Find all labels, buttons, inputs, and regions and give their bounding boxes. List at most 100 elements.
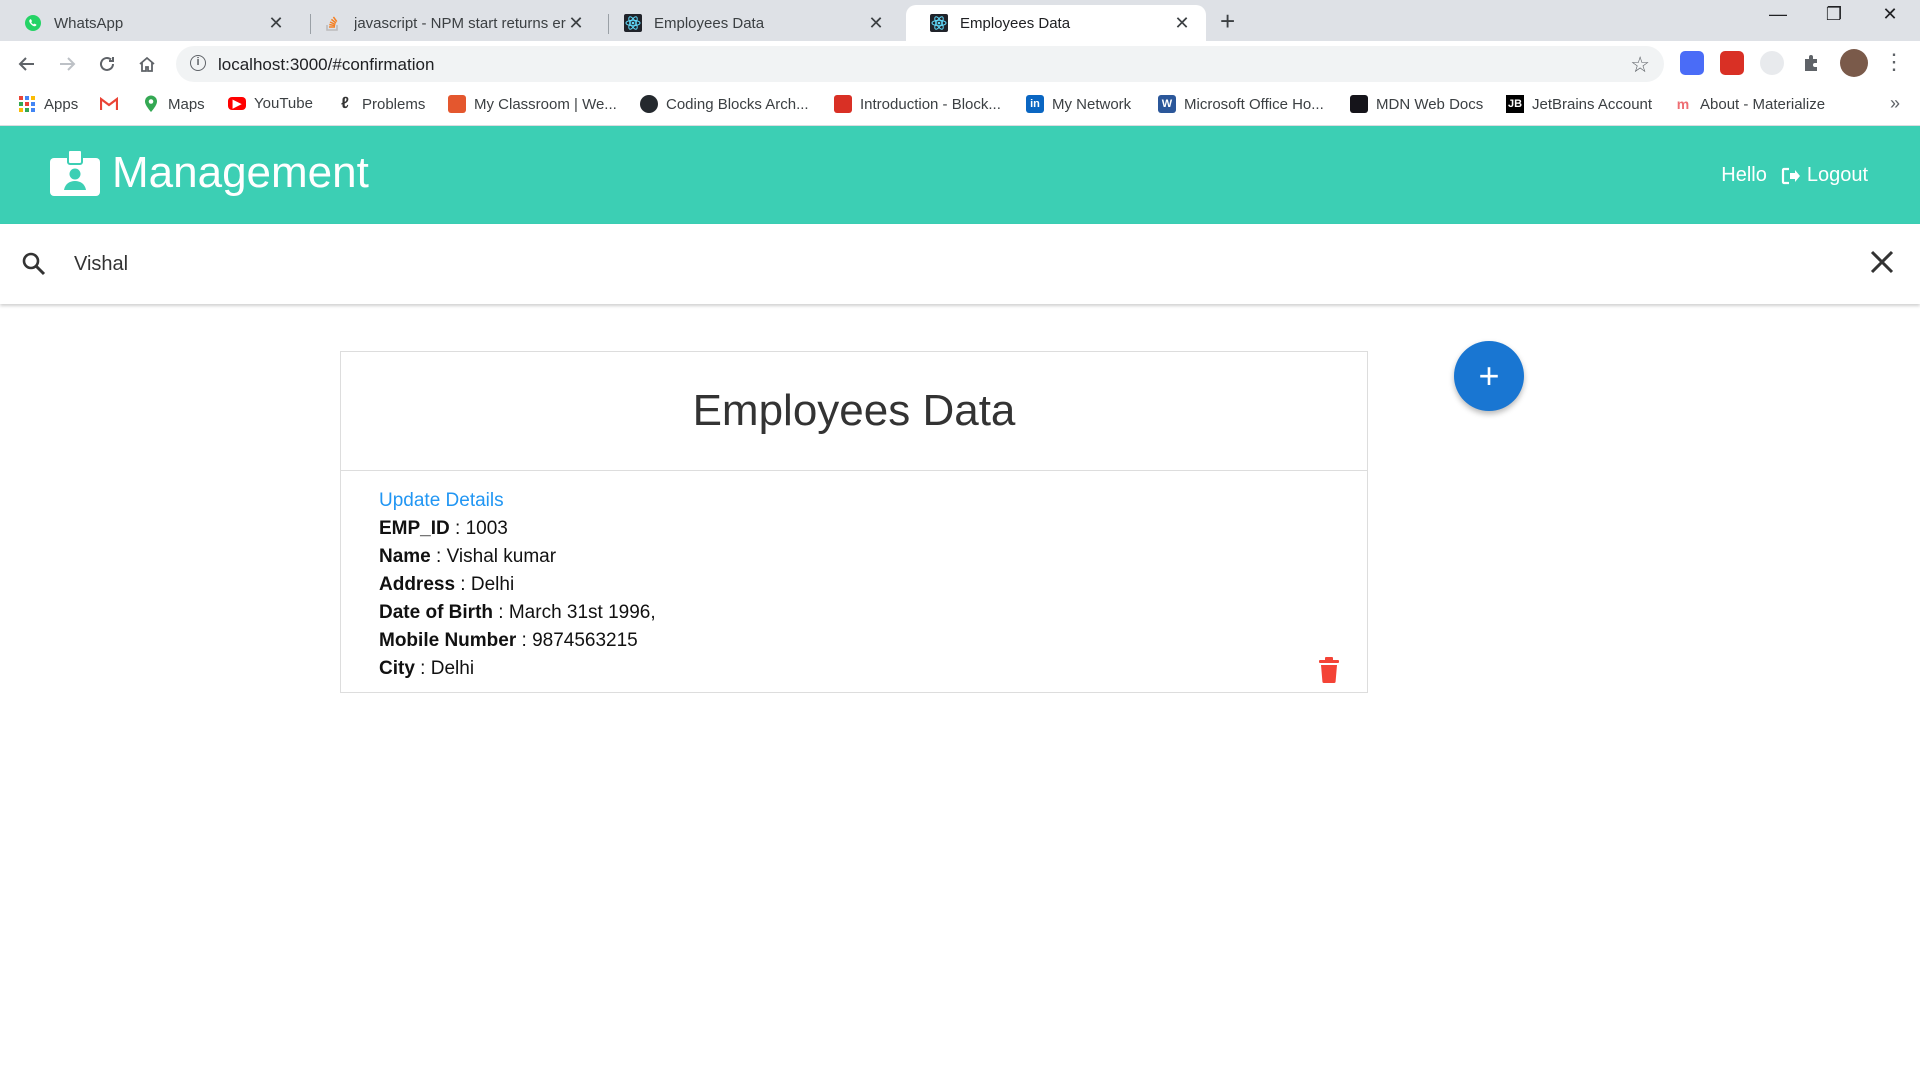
- jetbrains-icon: JB: [1506, 95, 1524, 113]
- tab-employees-data-active[interactable]: Employees Data ✕: [906, 5, 1206, 41]
- brand-logo[interactable]: Management: [50, 148, 369, 198]
- stackoverflow-icon: [324, 14, 342, 32]
- back-arrow-icon: [18, 57, 34, 71]
- forward-button[interactable]: [54, 51, 80, 77]
- extension-icon[interactable]: [1720, 51, 1744, 75]
- tab-title: Employees Data: [960, 14, 1071, 32]
- detail-key: Name: [379, 546, 431, 567]
- github-icon: [640, 95, 658, 113]
- bookmark-star-icon[interactable]: ☆: [1630, 52, 1650, 78]
- classroom-icon: [448, 95, 466, 113]
- bookmark-label: Coding Blocks Arch...: [666, 95, 809, 113]
- bookmark-label: JetBrains Account: [1532, 95, 1653, 113]
- bookmark-label: YouTube: [254, 95, 313, 112]
- trash-icon[interactable]: [1318, 657, 1340, 683]
- bookmark-label: Problems: [362, 95, 426, 113]
- bookmark-label: Maps: [168, 95, 205, 113]
- block-icon: [834, 95, 852, 113]
- close-tab-icon[interactable]: ✕: [1172, 13, 1192, 34]
- bookmark-classroom[interactable]: My Classroom | We...: [448, 95, 617, 113]
- puzzle-extensions-icon[interactable]: [1800, 51, 1824, 75]
- more-bookmarks-icon[interactable]: »: [1890, 93, 1900, 114]
- home-button[interactable]: [134, 51, 160, 77]
- detail-value: March 31st 1996,: [508, 602, 656, 623]
- detail-emp-id: EMP_ID : 1003: [379, 515, 656, 543]
- profile-avatar[interactable]: [1840, 49, 1868, 77]
- detail-separator: :: [455, 574, 471, 595]
- bookmark-label: Introduction - Block...: [860, 95, 1001, 113]
- bookmark-label: Apps: [44, 95, 79, 113]
- add-employee-button[interactable]: +: [1454, 341, 1524, 411]
- mdn-icon: [1350, 95, 1368, 113]
- navbar-actions: Hello Logout: [1721, 164, 1868, 187]
- close-tab-icon[interactable]: ✕: [566, 13, 586, 34]
- app-navbar: Management Hello Logout: [0, 126, 1920, 224]
- update-details-link[interactable]: Update Details: [379, 487, 656, 515]
- bookmark-label: About - Materialize: [1700, 95, 1826, 113]
- detail-key: Mobile Number: [379, 630, 517, 651]
- sign-out-icon: [1781, 167, 1800, 184]
- gmail-icon: [100, 95, 118, 113]
- employee-card: Employees Data Update Details EMP_ID : 1…: [340, 351, 1368, 693]
- logout-link[interactable]: Logout: [1781, 164, 1868, 187]
- detail-key: Address: [379, 574, 456, 595]
- bookmark-mdn[interactable]: MDN Web Docs: [1350, 95, 1483, 113]
- kebab-menu-icon[interactable]: ⋮: [1882, 49, 1906, 74]
- badge-icon: [50, 150, 100, 196]
- new-tab-button[interactable]: +: [1220, 8, 1235, 34]
- extension-icon[interactable]: [1760, 51, 1784, 75]
- detail-key: City: [379, 658, 415, 679]
- react-icon: [930, 14, 948, 32]
- extension-icon[interactable]: [1680, 51, 1704, 75]
- bookmark-gmail[interactable]: [100, 95, 126, 113]
- detail-date-of-birth: Date of Birth : March 31st 1996,: [379, 599, 656, 627]
- bookmark-label: MDN Web Docs: [1376, 95, 1484, 113]
- bookmark-jetbrains[interactable]: JB JetBrains Account: [1506, 95, 1652, 113]
- tab-whatsapp[interactable]: WhatsApp ✕: [0, 5, 300, 41]
- bookmark-coding-blocks[interactable]: Coding Blocks Arch...: [640, 95, 809, 113]
- bookmark-label: Microsoft Office Ho...: [1184, 95, 1324, 113]
- bookmark-apps[interactable]: Apps: [18, 95, 78, 113]
- address-bar[interactable]: i localhost:3000/#confirmation ☆: [176, 46, 1664, 82]
- detail-key: EMP_ID: [379, 518, 450, 539]
- close-icon[interactable]: [1868, 248, 1896, 276]
- detail-mobile-number: Mobile Number : 9874563215: [379, 627, 656, 655]
- site-info-icon[interactable]: i: [190, 55, 206, 71]
- tab-employees-data[interactable]: Employees Data ✕: [600, 5, 900, 41]
- detail-separator: :: [449, 518, 466, 539]
- home-icon: [139, 56, 155, 72]
- detail-name: Name : Vishal kumar: [379, 543, 656, 571]
- forward-arrow-icon: [60, 57, 76, 71]
- materialize-icon: m: [1676, 96, 1690, 112]
- url-text[interactable]: localhost:3000/#confirmation: [218, 55, 434, 75]
- close-tab-icon[interactable]: ✕: [866, 13, 886, 34]
- bookmark-youtube[interactable]: ▶ YouTube: [228, 95, 313, 112]
- detail-value: 9874563215: [532, 630, 638, 651]
- whatsapp-icon: [24, 14, 42, 32]
- close-tab-icon[interactable]: ✕: [266, 13, 286, 34]
- reload-icon: [100, 56, 114, 71]
- bookmark-problems[interactable]: ℓ Problems: [336, 95, 425, 113]
- tab-stackoverflow[interactable]: javascript - NPM start returns err ✕: [300, 5, 600, 41]
- detail-city: City : Delhi: [379, 655, 656, 683]
- minimize-button[interactable]: —: [1758, 4, 1798, 25]
- tab-title: Employees Data: [654, 14, 765, 32]
- bookmark-label: My Classroom | We...: [474, 95, 617, 113]
- close-window-button[interactable]: ✕: [1870, 4, 1910, 25]
- detail-address: Address : Delhi: [379, 571, 656, 599]
- react-icon: [624, 14, 642, 32]
- bookmarks-bar: Apps Maps ▶ YouTube ℓ Problems My Classr…: [0, 87, 1920, 126]
- restore-button[interactable]: ❐: [1814, 4, 1854, 25]
- bookmark-introduction[interactable]: Introduction - Block...: [834, 95, 1001, 113]
- search-icon: [22, 252, 46, 276]
- search-input[interactable]: [74, 244, 1834, 284]
- bookmark-my-network[interactable]: in My Network: [1026, 95, 1131, 113]
- back-button[interactable]: [14, 51, 40, 77]
- bookmark-materialize[interactable]: m About - Materialize: [1674, 95, 1825, 113]
- apps-grid-icon: [18, 95, 36, 113]
- reload-button[interactable]: [94, 51, 120, 77]
- bookmark-maps[interactable]: Maps: [142, 95, 205, 113]
- detail-value: Delhi: [430, 658, 475, 679]
- search-bar: [0, 224, 1920, 304]
- bookmark-microsoft-office[interactable]: W Microsoft Office Ho...: [1158, 95, 1324, 113]
